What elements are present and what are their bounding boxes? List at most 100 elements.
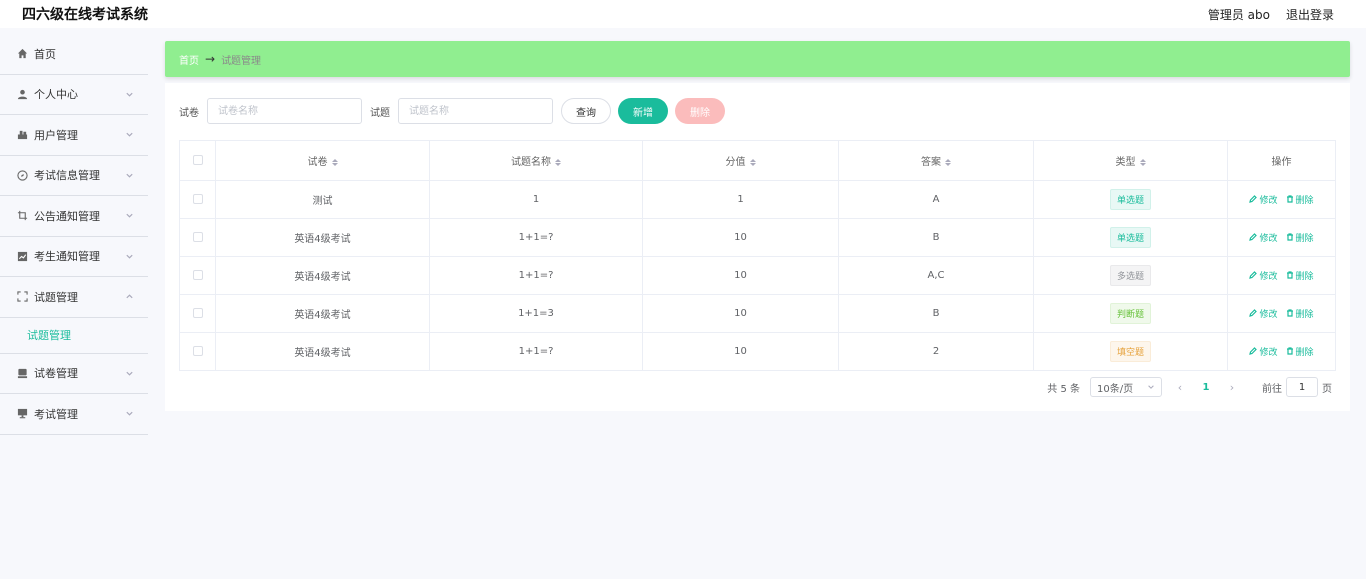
- chevron-down-icon: [124, 251, 134, 261]
- sidebar-item-label: 考生通知管理: [34, 250, 100, 264]
- users-icon: [16, 129, 28, 141]
- prev-page-button[interactable]: ‹: [1172, 381, 1188, 394]
- add-button[interactable]: 新增: [618, 98, 668, 124]
- delete-button[interactable]: 删除: [1286, 269, 1314, 282]
- column-header-answer[interactable]: 答案: [838, 140, 1034, 181]
- cell-score: 10: [642, 256, 839, 295]
- page-number[interactable]: 1: [1198, 382, 1214, 393]
- edit-button[interactable]: 修改: [1249, 307, 1278, 320]
- chevron-down-icon: [124, 368, 134, 378]
- trash-icon: [1286, 195, 1293, 203]
- edit-button[interactable]: 修改: [1249, 231, 1278, 244]
- next-page-button[interactable]: ›: [1224, 381, 1240, 394]
- query-button[interactable]: 查询: [561, 98, 611, 124]
- edit-button[interactable]: 修改: [1249, 193, 1278, 206]
- row-select-cell: [179, 180, 216, 219]
- delete-label: 删除: [1295, 309, 1314, 320]
- edit-icon: [1249, 233, 1258, 242]
- column-header-type[interactable]: 类型: [1033, 140, 1228, 181]
- page-size-select[interactable]: 10条/页: [1090, 377, 1162, 397]
- sort-icon[interactable]: [555, 158, 561, 166]
- delete-label: 删除: [1295, 347, 1314, 358]
- edit-label: 修改: [1259, 271, 1278, 282]
- cell-actions: 修改 删除: [1227, 332, 1336, 371]
- top-bar: 四六级在线考试系统 管理员 abo 退出登录: [0, 0, 1366, 28]
- content-panel: 试卷 试题 查询 新增 删除 试卷 试题名称 分值 答案 类型: [165, 83, 1350, 411]
- sidebar-item-label: 公告通知管理: [34, 209, 100, 223]
- row-checkbox[interactable]: [192, 270, 203, 280]
- batch-delete-button[interactable]: 删除: [675, 98, 725, 124]
- delete-button[interactable]: 删除: [1286, 307, 1314, 320]
- home-icon: [16, 48, 28, 60]
- sidebar-item-label: 考试管理: [34, 407, 78, 421]
- edit-button[interactable]: 修改: [1249, 269, 1278, 282]
- sort-icon[interactable]: [331, 158, 338, 166]
- column-header-paper[interactable]: 试卷: [215, 140, 430, 181]
- column-header-actions: 操作: [1227, 140, 1336, 181]
- sort-icon[interactable]: [749, 158, 756, 166]
- sidebar-item-home[interactable]: 首页: [0, 34, 148, 75]
- sidebar-item-papers[interactable]: 试卷管理: [0, 354, 148, 394]
- trash-icon: [1286, 271, 1293, 279]
- edit-icon: [1249, 195, 1258, 204]
- pagination: 共 5 条 10条/页 ‹ 1 › 前往 页: [1047, 377, 1332, 397]
- row-checkbox[interactable]: [192, 232, 203, 242]
- sort-icon[interactable]: [945, 158, 951, 166]
- cell-answer: 2: [838, 332, 1034, 371]
- paper-filter-label: 试卷: [179, 107, 199, 119]
- column-header-question[interactable]: 试题名称: [429, 140, 643, 181]
- page-unit-label: 页: [1322, 383, 1332, 395]
- logout-link[interactable]: 退出登录: [1286, 6, 1334, 23]
- cell-question: 1+1=?: [429, 332, 643, 371]
- submenu-item-questions[interactable]: 试题管理: [0, 318, 148, 354]
- cell-question: 1+1=?: [429, 218, 643, 257]
- sidebar-item-profile[interactable]: 个人中心: [0, 75, 148, 115]
- sort-icon[interactable]: [1139, 158, 1146, 166]
- main-content: 首页 → 试题管理 试卷 试题 查询 新增 删除 试卷 试题名称 分值: [165, 41, 1350, 411]
- sidebar-item-label: 用户管理: [34, 128, 78, 142]
- delete-label: 删除: [1295, 233, 1314, 244]
- row-checkbox[interactable]: [192, 346, 203, 356]
- total-count: 共 5 条: [1047, 383, 1080, 395]
- row-checkbox[interactable]: [192, 308, 203, 318]
- chevron-down-icon: [124, 409, 134, 419]
- admin-user-label[interactable]: 管理员 abo: [1208, 6, 1270, 23]
- column-header-score[interactable]: 分值: [642, 140, 839, 181]
- sidebar-item-users[interactable]: 用户管理: [0, 115, 148, 156]
- paper-name-input[interactable]: [207, 98, 362, 124]
- sidebar-item-exams[interactable]: 考试管理: [0, 394, 148, 435]
- sidebar-item-announcements[interactable]: 公告通知管理: [0, 196, 148, 237]
- cell-answer: B: [838, 218, 1034, 257]
- delete-button[interactable]: 删除: [1286, 193, 1314, 206]
- table-header-row: 试卷 试题名称 分值 答案 类型 操作: [179, 140, 1336, 181]
- type-tag: 填空题: [1109, 341, 1151, 362]
- sidebar-item-exam-info[interactable]: 考试信息管理: [0, 156, 148, 196]
- edit-button[interactable]: 修改: [1249, 345, 1278, 358]
- cell-actions: 修改 删除: [1227, 256, 1336, 295]
- sidebar-item-student-notices[interactable]: 考生通知管理: [0, 237, 148, 277]
- cell-score: 10: [642, 294, 839, 333]
- monitor-icon: [16, 367, 28, 379]
- row-checkbox[interactable]: [192, 194, 203, 204]
- trash-icon: [1286, 347, 1293, 355]
- cell-paper: 英语4级考试: [215, 294, 430, 333]
- breadcrumb-home-link[interactable]: 首页: [179, 52, 199, 67]
- question-name-input[interactable]: [398, 98, 553, 124]
- edit-label: 修改: [1259, 195, 1278, 206]
- delete-button[interactable]: 删除: [1286, 231, 1314, 244]
- edit-icon: [1249, 309, 1258, 318]
- cell-paper: 英语4级考试: [215, 218, 430, 257]
- cell-paper: 英语4级考试: [215, 332, 430, 371]
- goto-page-input[interactable]: [1286, 377, 1318, 397]
- chevron-down-icon: [124, 211, 134, 221]
- cell-type: 单选题: [1033, 180, 1228, 219]
- fullscreen-icon: [16, 291, 28, 303]
- cell-answer: A: [838, 180, 1034, 219]
- delete-label: 删除: [1295, 195, 1314, 206]
- cell-actions: 修改 删除: [1227, 294, 1336, 333]
- breadcrumb: 首页 → 试题管理: [165, 41, 1350, 77]
- select-all-checkbox[interactable]: [192, 155, 203, 165]
- column-header-label: 试题名称: [511, 157, 551, 168]
- sidebar-item-questions[interactable]: 试题管理: [0, 277, 148, 318]
- delete-button[interactable]: 删除: [1286, 345, 1314, 358]
